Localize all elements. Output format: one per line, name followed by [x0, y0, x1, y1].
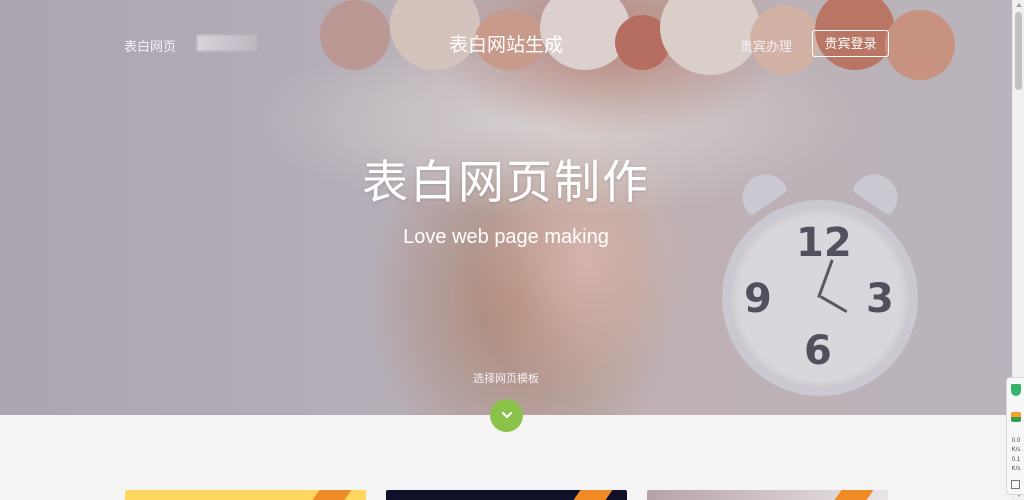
template-card-3[interactable]	[647, 490, 888, 500]
vip-login-button[interactable]: 贵宾登录	[812, 30, 889, 57]
scrollbar-thumb[interactable]	[1015, 12, 1022, 90]
expand-icon[interactable]	[1011, 480, 1020, 489]
scroll-down-button[interactable]	[490, 399, 523, 432]
template-cards-row	[0, 490, 1012, 500]
shield-icon	[1011, 384, 1021, 396]
scroll-up-arrow-icon[interactable]	[1016, 3, 1022, 7]
hero-banner: 12 9 3 6 表白网页 表白网站生成 贵宾办理 贵宾登录 表白网页制作 Lo…	[0, 0, 1012, 415]
chevron-down-icon	[501, 411, 512, 419]
hero-title: 表白网页制作	[362, 156, 650, 208]
status-flag-icon	[1011, 412, 1021, 422]
speed-up-value: 0.0	[1011, 438, 1021, 444]
template-card-2[interactable]	[386, 490, 627, 500]
speed-up-unit: K/s	[1011, 447, 1021, 453]
hero-subtitle: Love web page making	[403, 226, 609, 248]
speed-down-unit: K/s	[1011, 466, 1021, 472]
nav-vip-link[interactable]: 贵宾办理	[740, 36, 792, 55]
network-speed-widget[interactable]: 0.0 K/s 0.1 K/s	[1006, 377, 1024, 495]
speed-down-value: 0.1	[1011, 457, 1021, 463]
select-template-hint[interactable]: 选择网页模板	[0, 370, 1012, 386]
template-card-1[interactable]	[125, 490, 366, 500]
